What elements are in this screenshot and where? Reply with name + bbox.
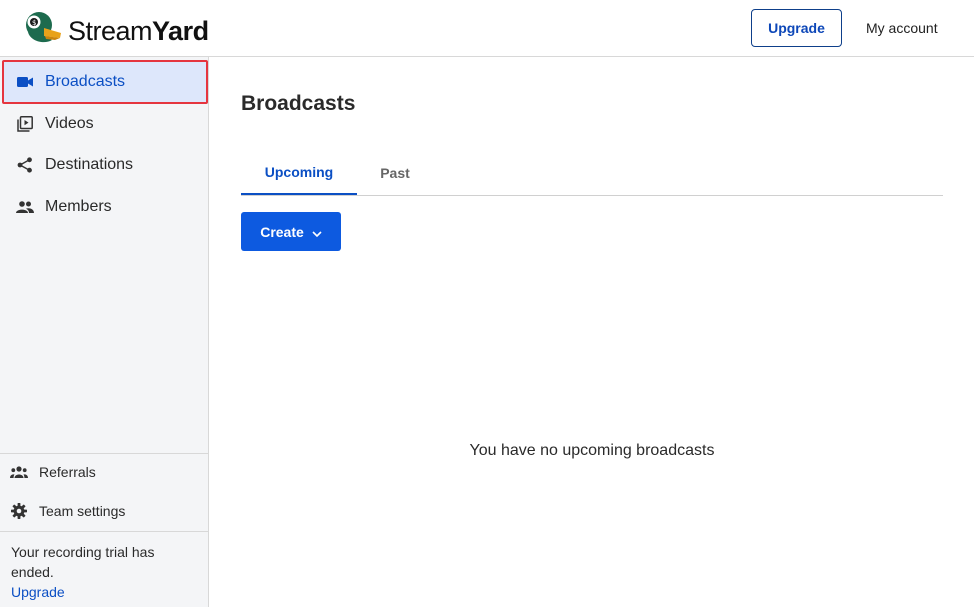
sidebar: Broadcasts Videos Destinations Members R… <box>0 57 209 607</box>
sidebar-item-members[interactable]: Members <box>4 187 206 227</box>
referrals-icon <box>10 463 28 481</box>
video-library-icon <box>16 115 34 133</box>
svg-text:$: $ <box>32 19 36 27</box>
tab-past[interactable]: Past <box>357 150 433 195</box>
people-icon <box>16 198 34 216</box>
my-account-button[interactable]: My account <box>866 19 938 37</box>
sidebar-item-referrals[interactable]: Referrals <box>10 463 96 481</box>
sidebar-divider <box>0 453 208 454</box>
upgrade-button[interactable]: Upgrade <box>751 9 842 47</box>
sidebar-item-label: Team settings <box>39 503 126 519</box>
sidebar-item-videos[interactable]: Videos <box>4 104 206 144</box>
duck-logo-icon: $ <box>22 10 62 51</box>
tab-upcoming[interactable]: Upcoming <box>241 150 357 195</box>
sidebar-item-label: Referrals <box>39 464 96 480</box>
sidebar-item-label: Destinations <box>45 156 134 173</box>
share-icon <box>16 156 34 174</box>
broadcast-tabs: Upcoming Past <box>241 150 943 196</box>
sidebar-divider <box>0 531 208 532</box>
trial-notice: Your recording trial has ended. Upgrade <box>11 542 201 602</box>
chevron-down-icon <box>312 224 322 240</box>
sidebar-item-team-settings[interactable]: Team settings <box>10 502 125 520</box>
sidebar-item-broadcasts[interactable]: Broadcasts <box>4 62 206 102</box>
sidebar-item-destinations[interactable]: Destinations <box>4 145 206 185</box>
create-label: Create <box>260 223 304 240</box>
logo-wordmark: StreamYard <box>68 15 209 46</box>
create-button[interactable]: Create <box>241 212 341 251</box>
streamyard-logo[interactable]: $ StreamYard <box>22 10 209 51</box>
sidebar-item-label: Videos <box>45 115 94 132</box>
sidebar-item-label: Members <box>45 198 112 215</box>
page-title: Broadcasts <box>241 92 356 115</box>
trial-upgrade-link[interactable]: Upgrade <box>11 582 201 602</box>
empty-state-message: You have no upcoming broadcasts <box>469 442 715 459</box>
gear-icon <box>10 502 28 520</box>
top-header: $ StreamYard Upgrade My account <box>0 0 974 57</box>
trial-text: Your recording trial has ended. <box>11 544 155 580</box>
video-camera-icon <box>16 73 34 91</box>
sidebar-item-label: Broadcasts <box>45 73 126 90</box>
